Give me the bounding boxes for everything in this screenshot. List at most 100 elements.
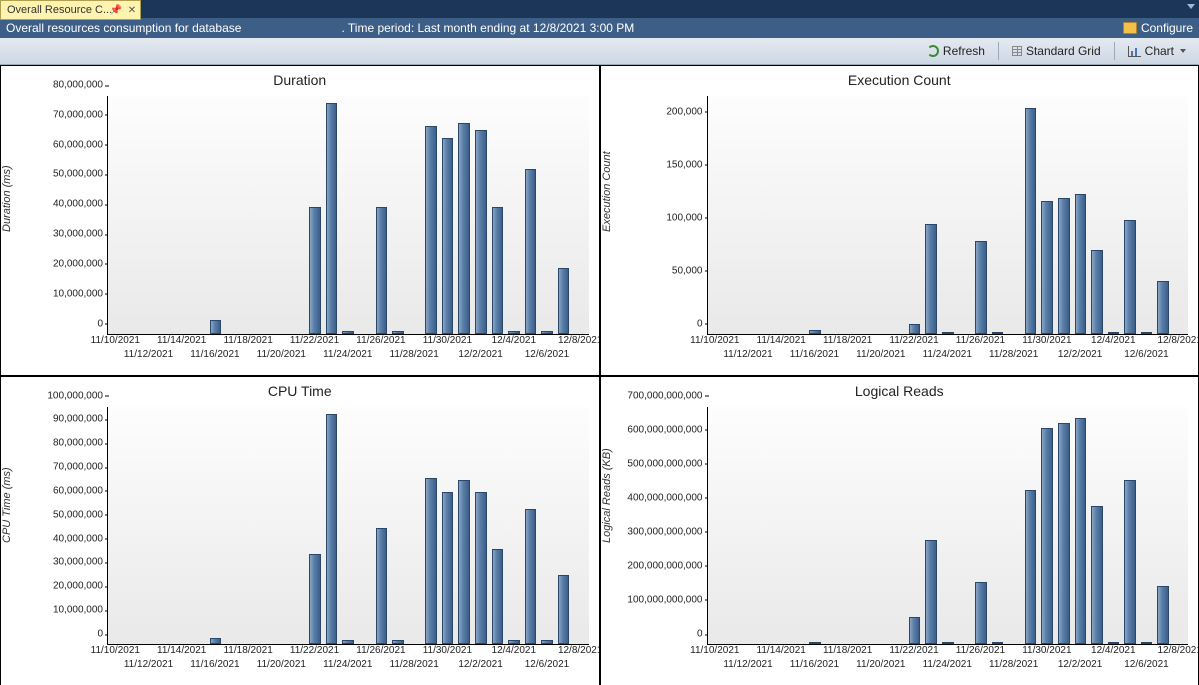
chevron-down-icon [1180,49,1186,53]
bar[interactable] [392,331,404,334]
bar[interactable] [492,549,504,644]
bar[interactable] [1108,642,1120,644]
bar[interactable] [309,207,321,333]
bar[interactable] [1041,201,1053,334]
plot-area[interactable] [107,407,589,646]
bar[interactable] [1075,194,1087,333]
configure-button[interactable]: Configure [1123,18,1193,38]
x-tick: 12/4/2021 [492,645,537,656]
bar[interactable] [508,331,520,334]
bar[interactable] [475,130,487,333]
x-tick: 11/10/2021 [690,645,739,656]
y-tick: 70,000,000 [53,462,103,473]
bar[interactable] [1025,108,1037,334]
close-icon[interactable]: ✕ [128,2,136,20]
bar[interactable] [975,241,987,334]
y-tick: 600,000,000,000 [627,424,702,435]
bar[interactable] [210,320,222,333]
x-tick: 11/14/2021 [157,645,206,656]
y-tick: 80,000,000 [53,438,103,449]
x-tick: 11/26/2021 [356,645,405,656]
bar[interactable] [942,642,954,644]
bar[interactable] [1124,480,1136,644]
bar[interactable] [458,480,470,644]
bar[interactable] [1091,250,1103,333]
bar[interactable] [1141,642,1153,644]
chart-button[interactable]: Chart [1119,41,1195,61]
x-tick: 11/30/2021 [1022,335,1071,346]
bar[interactable] [392,640,404,644]
bar[interactable] [376,207,388,333]
x-tick: 11/14/2021 [757,645,806,656]
x-tick: 12/8/2021 [558,645,600,656]
bar[interactable] [376,528,388,644]
plot-area[interactable] [107,96,589,335]
x-tick: 12/4/2021 [1091,645,1136,656]
bar[interactable] [525,509,537,644]
bar[interactable] [1058,198,1070,333]
y-tick: 60,000,000 [53,139,103,150]
bar[interactable] [992,332,1004,334]
bar[interactable] [809,642,821,644]
bar[interactable] [326,414,338,644]
bar[interactable] [1041,428,1053,644]
bar[interactable] [425,126,437,334]
y-tick: 30,000,000 [53,557,103,568]
x-tick: 12/8/2021 [1157,645,1199,656]
y-tick: 20,000,000 [53,581,103,592]
grid-label: Standard Grid [1026,44,1101,58]
bar[interactable] [1157,586,1169,644]
bar[interactable] [309,554,321,644]
sub-header: Overall resources consumption for databa… [0,18,1199,38]
bar[interactable] [1108,332,1120,334]
bar[interactable] [1091,506,1103,644]
bar[interactable] [525,169,537,334]
bar[interactable] [1124,220,1136,334]
y-tick: 20,000,000 [53,258,103,269]
bar[interactable] [1025,490,1037,644]
pin-icon[interactable]: 📌 [110,2,122,20]
bar[interactable] [1075,418,1087,644]
bar[interactable] [1141,332,1153,334]
bar[interactable] [210,638,222,644]
bar[interactable] [558,268,570,333]
bar[interactable] [558,575,570,644]
standard-grid-button[interactable]: Standard Grid [1003,41,1110,61]
bar[interactable] [925,540,937,645]
plot-area[interactable] [707,96,1189,335]
x-tick: 11/20/2021 [856,659,905,670]
bar[interactable] [342,640,354,644]
bar[interactable] [342,331,354,334]
bar[interactable] [975,582,987,644]
y-tick: 10,000,000 [53,288,103,299]
bar[interactable] [442,492,454,644]
bar[interactable] [909,324,921,334]
bar[interactable] [458,123,470,334]
bar[interactable] [541,640,553,644]
refresh-button[interactable]: Refresh [918,41,994,61]
bar[interactable] [508,640,520,644]
bar[interactable] [809,330,821,333]
bar[interactable] [1058,423,1070,644]
x-tick: 11/12/2021 [124,659,173,670]
bar[interactable] [541,331,553,334]
bar[interactable] [442,138,454,334]
bar[interactable] [909,617,921,644]
window-tab[interactable]: Overall Resource C... 📌 ✕ [0,0,141,20]
y-tick: 300,000,000,000 [627,526,702,537]
bar[interactable] [1157,281,1169,334]
x-tick: 11/26/2021 [956,645,1005,656]
refresh-label: Refresh [943,44,985,58]
bar[interactable] [425,478,437,644]
x-tick: 11/30/2021 [1022,645,1071,656]
grid-icon [1012,46,1022,56]
x-tick: 11/18/2021 [223,335,272,346]
bar[interactable] [492,207,504,333]
window-menu-caret-icon[interactable] [1187,4,1195,9]
bar[interactable] [942,332,954,334]
bar[interactable] [925,224,937,334]
bar[interactable] [326,103,338,333]
bar[interactable] [475,492,487,644]
bar[interactable] [992,642,1004,644]
plot-area[interactable] [707,407,1189,646]
